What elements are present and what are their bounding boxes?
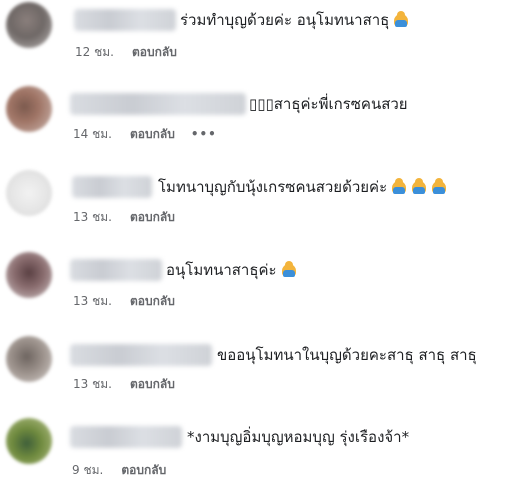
commenter-name[interactable]	[70, 344, 212, 366]
commenter-name[interactable]	[70, 426, 182, 448]
comment-item: โมทนาบุญกับนุ้งเกรซคนสวยด้วยค่ะ 13 ชม. ตอ…	[0, 162, 507, 240]
avatar[interactable]	[6, 418, 52, 464]
comment-text: โมทนาบุญกับนุ้งเกรซคนสวยด้วยค่ะ	[158, 176, 447, 198]
avatar[interactable]	[6, 86, 52, 132]
comment-text: *งามบุญอิ่มบุญหอมบุญ รุ่งเรืองจ้า*	[187, 426, 409, 448]
comment-text-content: โมทนาบุญกับนุ้งเกรซคนสวยด้วยค่ะ	[158, 178, 388, 196]
timestamp[interactable]: 13 ชม.	[73, 209, 112, 225]
timestamp[interactable]: 14 ชม.	[73, 126, 112, 142]
comment-text-content: ขออนุโมทนาในบุญด้วยคะสาธุ สาธุ สาธุ	[217, 346, 477, 364]
timestamp[interactable]: 13 ชม.	[73, 293, 112, 309]
comment-text: อนุโมทนาสาธุค่ะ	[166, 259, 297, 281]
praying-person-emoji-icon	[281, 261, 297, 277]
comment-meta: 12 ชม. ตอบกลับ	[75, 44, 177, 60]
comment-text-content: ▯▯▯สาธุค่ะพี่เกรซคนสวย	[249, 95, 408, 113]
comment-meta: 13 ชม. ตอบกลับ	[73, 209, 175, 225]
reply-link[interactable]: ตอบกลับ	[130, 209, 175, 225]
commenter-name[interactable]	[72, 176, 152, 198]
more-options-icon[interactable]: •••	[191, 126, 217, 142]
reply-link[interactable]: ตอบกลับ	[130, 126, 175, 142]
comment-meta: 13 ชม. ตอบกลับ	[73, 293, 175, 309]
praying-person-emoji-icon	[431, 178, 447, 194]
comment-item: *งามบุญอิ่มบุญหอมบุญ รุ่งเรืองจ้า* 9 ชม.…	[0, 410, 507, 488]
reply-link[interactable]: ตอบกลับ	[130, 376, 175, 392]
commenter-name[interactable]	[74, 9, 176, 31]
timestamp[interactable]: 9 ชม.	[72, 462, 103, 478]
timestamp[interactable]: 13 ชม.	[73, 376, 112, 392]
commenter-name[interactable]	[70, 259, 162, 281]
comment-text-content: อนุโมทนาสาธุค่ะ	[166, 261, 277, 279]
avatar[interactable]	[6, 2, 52, 48]
praying-person-emoji-icon	[391, 178, 407, 194]
reply-link[interactable]: ตอบกลับ	[130, 293, 175, 309]
praying-person-emoji-icon	[411, 178, 427, 194]
comment-text: ▯▯▯สาธุค่ะพี่เกรซคนสวย	[249, 93, 408, 115]
comment-meta: 9 ชม. ตอบกลับ	[72, 462, 166, 478]
comment-text-content: ร่วมทำบุญด้วยค่ะ อนุโมทนาสาธุ	[180, 11, 390, 29]
comment-text: ร่วมทำบุญด้วยค่ะ อนุโมทนาสาธุ	[180, 9, 409, 31]
comment-meta: 13 ชม. ตอบกลับ	[73, 376, 175, 392]
comment-text-content: *งามบุญอิ่มบุญหอมบุญ รุ่งเรืองจ้า*	[187, 428, 410, 446]
avatar[interactable]	[6, 170, 52, 216]
praying-person-emoji-icon	[393, 11, 409, 27]
reply-link[interactable]: ตอบกลับ	[121, 462, 166, 478]
comment-item: ▯▯▯สาธุค่ะพี่เกรซคนสวย 14 ชม. ตอบกลับ •••	[0, 80, 507, 158]
comment-item: ร่วมทำบุญด้วยค่ะ อนุโมทนาสาธุ 12 ชม. ตอบก…	[0, 0, 507, 78]
comment-item: อนุโมทนาสาธุค่ะ 13 ชม. ตอบกลับ	[0, 248, 507, 326]
commenter-name[interactable]	[70, 93, 246, 115]
comment-meta: 14 ชม. ตอบกลับ •••	[73, 126, 217, 142]
comment-text: ขออนุโมทนาในบุญด้วยคะสาธุ สาธุ สาธุ	[217, 344, 477, 366]
timestamp[interactable]: 12 ชม.	[75, 44, 114, 60]
avatar[interactable]	[6, 336, 52, 382]
comment-item: ขออนุโมทนาในบุญด้วยคะสาธุ สาธุ สาธุ 13 ช…	[0, 330, 507, 408]
reply-link[interactable]: ตอบกลับ	[132, 44, 177, 60]
avatar[interactable]	[6, 252, 52, 298]
